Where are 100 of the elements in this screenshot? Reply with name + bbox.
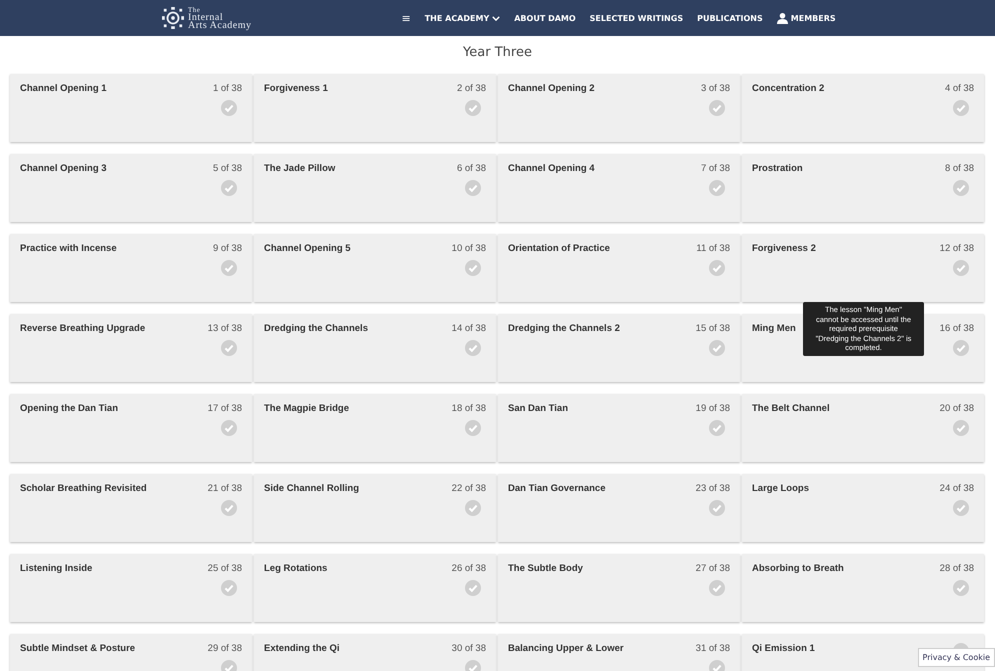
lesson-count: 12 of 38: [940, 243, 974, 254]
lesson-count: 10 of 38: [452, 243, 486, 254]
caret-icon: [492, 16, 500, 20]
privacy-toast[interactable]: Privacy & Cookie: [918, 648, 995, 667]
lesson-count: 4 of 38: [944, 83, 974, 94]
lesson-title: Practice with Incense: [20, 243, 117, 256]
lesson-title: Reverse Breathing Upgrade: [20, 323, 146, 336]
lesson-count: 20 of 38: [940, 403, 974, 414]
nav-link[interactable]: SELECTED WRITINGS: [590, 14, 684, 22]
lesson-count: 31 of 38: [696, 643, 730, 654]
lesson-count: 13 of 38: [208, 323, 242, 334]
page-heading: Year Three: [462, 44, 533, 62]
lesson-count: 22 of 38: [452, 483, 486, 494]
lesson-card[interactable]: Reverse Breathing Upgrade 13 of 38: [10, 314, 252, 382]
lesson-title: Channel Opening 2: [508, 83, 595, 96]
lesson-title: San Dan Tian: [508, 403, 568, 416]
logo-text[interactable]: Arts Academy: [188, 22, 252, 30]
lesson-card[interactable]: Orientation of Practice 11 of 38: [498, 234, 740, 302]
lesson-title: Subtle Mindset & Posture: [20, 643, 136, 656]
lesson-card[interactable]: Listening Inside 25 of 38: [10, 554, 252, 622]
lesson-count: 7 of 38: [700, 163, 730, 174]
lesson-title: Dredging the Channels 2: [508, 323, 620, 336]
nav-link[interactable]: PUBLICATIONS: [697, 14, 763, 22]
lesson-title: The Jade Pillow: [264, 163, 336, 176]
lesson-title: Concentration 2: [752, 83, 824, 96]
lesson-card[interactable]: Forgiveness 1 2 of 38: [254, 74, 496, 142]
lesson-count: 19 of 38: [696, 403, 730, 414]
lesson-title: Channel Opening 5: [264, 243, 351, 256]
lesson-title: Opening the Dan Tian: [20, 403, 118, 416]
lesson-card[interactable]: Scholar Breathing Revisited 21 of 38: [10, 474, 252, 542]
user-icon: [776, 12, 788, 24]
lesson-card[interactable]: The Magpie Bridge 18 of 38: [254, 394, 496, 462]
lesson-count: 24 of 38: [940, 483, 974, 494]
lesson-title: The Subtle Body: [508, 563, 583, 576]
lesson-count: 11 of 38: [696, 243, 730, 254]
nav-link[interactable]: MEMBERS: [776, 12, 836, 24]
lesson-count: 14 of 38: [452, 323, 486, 334]
nav-link[interactable]: THE ACADEMY: [424, 14, 500, 22]
lesson-count: 30 of 38: [452, 643, 486, 654]
lesson-card[interactable]: Channel Opening 4 7 of 38: [498, 154, 740, 222]
lesson-count: 16 of 38: [940, 323, 974, 334]
lesson-title: Scholar Breathing Revisited: [20, 483, 147, 496]
lesson-count: 21 of 38: [208, 483, 242, 494]
lesson-card[interactable]: Extending the Qi 30 of 38: [254, 634, 496, 671]
lesson-count: 28 of 38: [940, 563, 974, 574]
lesson-count: 8 of 38: [944, 163, 974, 174]
lesson-count: 2 of 38: [456, 83, 486, 94]
lesson-title: Qi Emission 1: [752, 643, 815, 656]
lesson-card[interactable]: Large Loops 24 of 38: [742, 474, 984, 542]
lesson-card[interactable]: Forgiveness 2 12 of 38: [742, 234, 984, 302]
lesson-card[interactable]: The Subtle Body 27 of 38: [498, 554, 740, 622]
lesson-count: 29 of 38: [208, 643, 242, 654]
lesson-title: Channel Opening 1: [20, 83, 107, 96]
lesson-title: Forgiveness 1: [264, 83, 328, 96]
lesson-title: Listening Inside: [20, 563, 92, 576]
lesson-card[interactable]: Dredging the Channels 2 15 of 38: [498, 314, 740, 382]
lesson-card[interactable]: Absorbing to Breath 28 of 38: [742, 554, 984, 622]
lesson-title: Orientation of Practice: [508, 243, 610, 256]
lesson-card[interactable]: The Belt Channel 20 of 38: [742, 394, 984, 462]
lesson-title: Side Channel Rolling: [264, 483, 360, 496]
lesson-card[interactable]: Dredging the Channels 14 of 38: [254, 314, 496, 382]
lesson-card[interactable]: San Dan Tian 19 of 38: [498, 394, 740, 462]
lesson-count: 5 of 38: [212, 163, 242, 174]
lesson-title: Extending the Qi: [264, 643, 340, 656]
lesson-card[interactable]: The Jade Pillow 6 of 38: [254, 154, 496, 222]
lesson-card[interactable]: Opening the Dan Tian 17 of 38: [10, 394, 252, 462]
lesson-title: Forgiveness 2: [752, 243, 816, 256]
lesson-count: 27 of 38: [696, 563, 730, 574]
menu-icon[interactable]: ≡: [402, 12, 411, 24]
lesson-count: 23 of 38: [696, 483, 730, 494]
lesson-title: Absorbing to Breath: [752, 563, 844, 576]
lesson-count: 18 of 38: [452, 403, 486, 414]
nav-link[interactable]: ABOUT DAMO: [514, 14, 576, 22]
lesson-title: Dredging the Channels: [264, 323, 368, 336]
lesson-title: The Magpie Bridge: [264, 403, 349, 416]
lesson-title: Balancing Upper & Lower: [508, 643, 624, 656]
lesson-card[interactable]: Channel Opening 5 10 of 38: [254, 234, 496, 302]
lesson-card[interactable]: Balancing Upper & Lower 31 of 38: [498, 634, 740, 671]
lesson-card[interactable]: Prostration 8 of 38: [742, 154, 984, 222]
lesson-title: Leg Rotations: [264, 563, 328, 576]
lesson-count: 17 of 38: [208, 403, 242, 414]
lesson-count: 3 of 38: [700, 83, 730, 94]
lesson-count: 9 of 38: [212, 243, 242, 254]
lesson-title: Large Loops: [752, 483, 810, 496]
lesson-card[interactable]: Practice with Incense 9 of 38: [10, 234, 252, 302]
logo-text[interactable]: Internal: [188, 14, 252, 22]
lesson-count: 25 of 38: [208, 563, 242, 574]
lesson-card[interactable]: Channel Opening 2 3 of 38: [498, 74, 740, 142]
lesson-title: Dan Tian Governance: [508, 483, 606, 496]
lesson-count: 1 of 38: [212, 83, 242, 94]
lesson-title: Prostration: [752, 163, 803, 176]
lesson-card[interactable]: Dan Tian Governance 23 of 38: [498, 474, 740, 542]
lesson-card[interactable]: Leg Rotations 26 of 38: [254, 554, 496, 622]
lesson-card[interactable]: Concentration 2 4 of 38: [742, 74, 984, 142]
lesson-count: 26 of 38: [452, 563, 486, 574]
lesson-card[interactable]: Subtle Mindset & Posture 29 of 38: [10, 634, 252, 671]
lesson-card[interactable]: Side Channel Rolling 22 of 38: [254, 474, 496, 542]
logo-icon[interactable]: [162, 7, 184, 29]
lesson-card[interactable]: Channel Opening 1 1 of 38: [10, 74, 252, 142]
lesson-card[interactable]: Channel Opening 3 5 of 38: [10, 154, 252, 222]
